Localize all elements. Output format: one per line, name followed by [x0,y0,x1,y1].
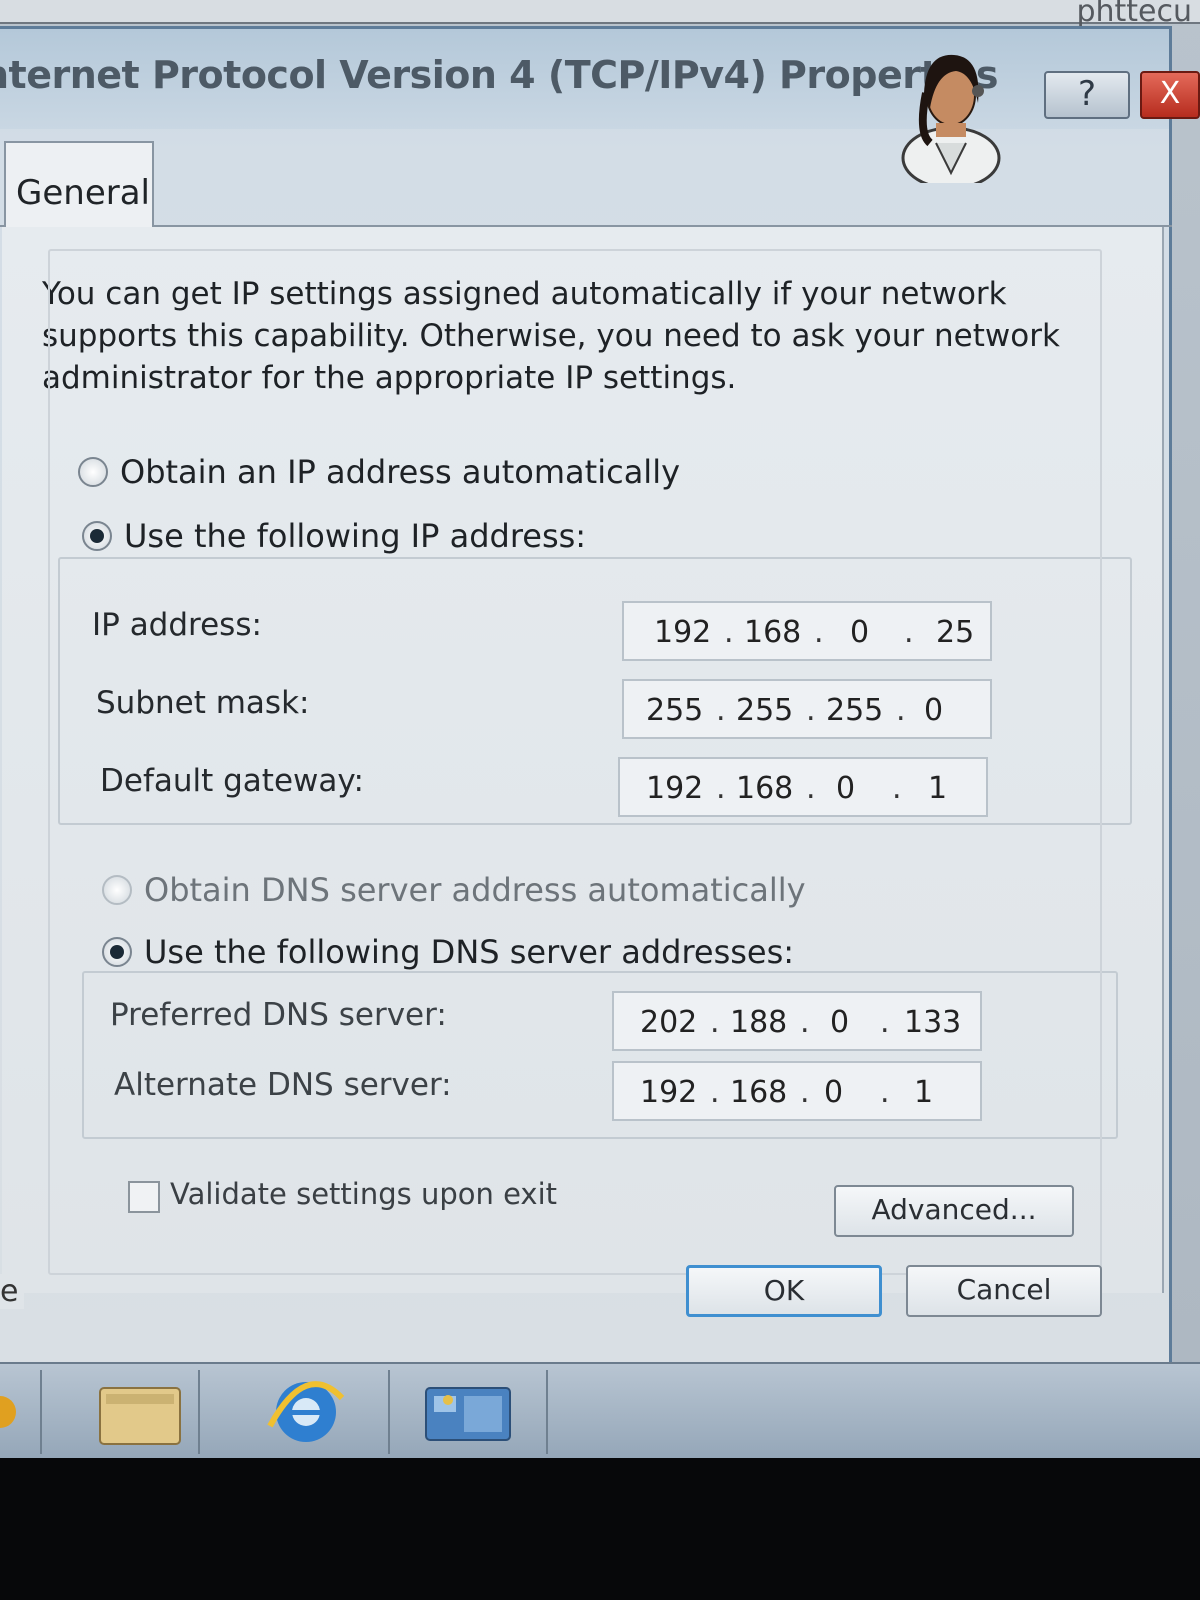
user-avatar-icon [901,54,1001,183]
tab-general[interactable]: General [4,141,154,227]
start-orb-icon [0,1396,16,1428]
tcpip-properties-dialog: nternet Protocol Version 4 (TCP/IPv4) Pr… [0,26,1200,1370]
taskbar-item[interactable] [0,1370,42,1454]
monitor-bezel [0,1458,1200,1600]
background-window-text: phttecu [1076,0,1192,29]
internet-explorer-icon [267,1381,345,1442]
taskbar-network-connections[interactable] [390,1370,548,1454]
cancel-button[interactable]: Cancel [906,1265,1102,1317]
network-connections-icon [425,1387,511,1441]
help-button[interactable]: ? [1044,71,1130,119]
taskbar-internet-explorer[interactable] [200,1370,390,1454]
general-panel: You can get IP settings assigned automat… [2,227,1164,1293]
background-window-edge: phttecu [0,0,1200,29]
taskbar [0,1362,1200,1460]
taskbar-explorer[interactable] [52,1370,200,1454]
close-button[interactable]: X [1140,71,1200,119]
ok-button[interactable]: OK [686,1265,882,1317]
content-frame [48,249,1102,1275]
folder-icon [99,1387,181,1445]
background-window-text: e [0,1274,25,1309]
window-title: nternet Protocol Version 4 (TCP/IPv4) Pr… [0,53,999,97]
